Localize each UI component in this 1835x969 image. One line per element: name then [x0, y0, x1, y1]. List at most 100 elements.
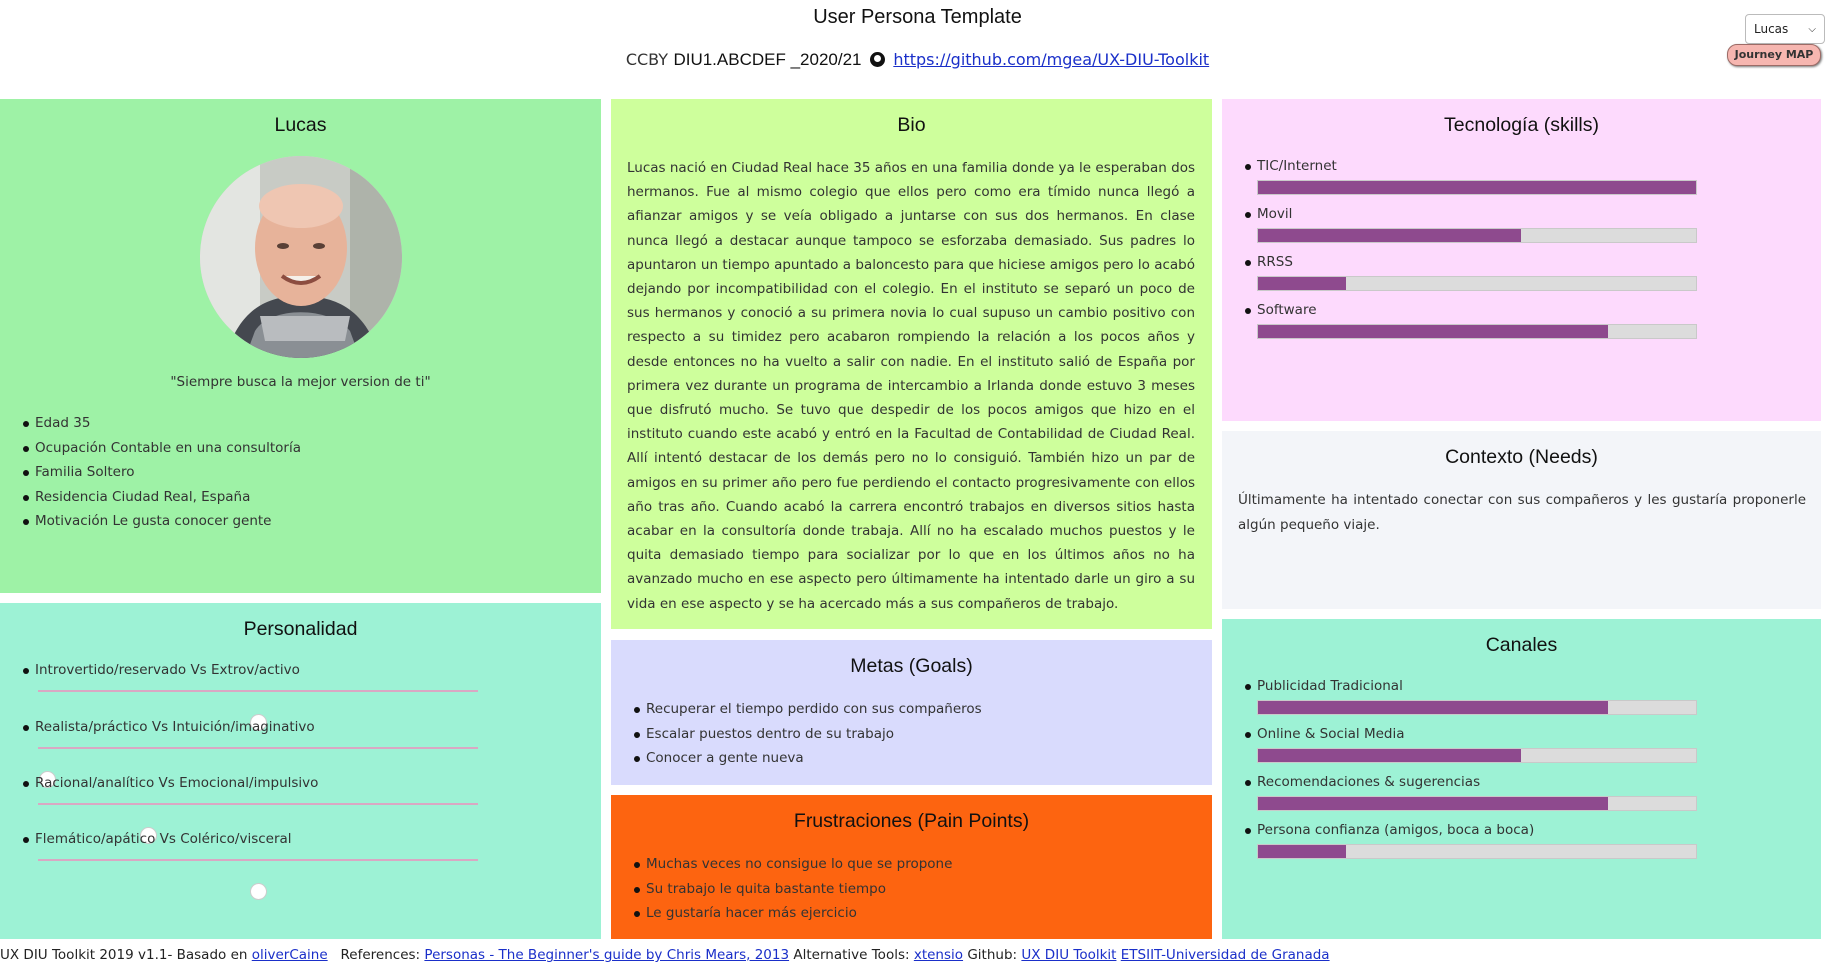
channels-panel: Canales Publicidad Tradicional Online & … [1222, 619, 1821, 939]
skill-label: Movil [1243, 202, 1292, 227]
chevron-down-icon: ⌵ [1808, 23, 1816, 35]
detail-motivation: Motivación Le gusta conocer gente [21, 509, 301, 534]
personality-title: Personalidad [243, 618, 358, 640]
channels-title: Canales [1485, 634, 1558, 656]
xtensio-link[interactable]: xtensio [914, 947, 963, 963]
channel-item: Recomendaciones & sugerencias [1243, 770, 1697, 811]
detail-residence: Residencia Ciudad Real, España [21, 485, 301, 510]
license-label: CCBY [625, 50, 669, 69]
olivercaine-link[interactable]: oliverCaine [252, 947, 328, 963]
skill-item: TIC/Internet [1243, 154, 1697, 195]
skill-bar [1257, 228, 1697, 243]
goal-item: Conocer a gente nueva [632, 746, 982, 771]
trait-item: Flemático/apático Vs Colérico/visceral [21, 827, 481, 900]
persona-name: Lucas [274, 114, 327, 136]
skill-bar [1257, 324, 1697, 339]
github-label: Github: [967, 947, 1018, 963]
avatar [200, 156, 402, 358]
slider-thumb[interactable] [250, 883, 267, 900]
persona-quote: "Siempre busca la mejor version de ti" [170, 374, 431, 390]
skill-bar [1257, 276, 1697, 291]
trait-slider[interactable] [38, 859, 478, 900]
channel-item: Online & Social Media [1243, 722, 1697, 763]
channel-bar-fill [1258, 845, 1346, 858]
skill-item: Software [1243, 298, 1697, 339]
repo-link[interactable]: https://github.com/mgea/UX-DIU-Toolkit [893, 50, 1209, 69]
toolkit-link[interactable]: UX DIU Toolkit [1021, 947, 1116, 963]
frustrations-list: Muchas veces no consigue lo que se propo… [632, 852, 952, 926]
detail-occupation: Ocupación Contable en una consultoría [21, 436, 301, 461]
journey-map-button[interactable]: Journey MAP [1727, 44, 1821, 66]
skill-bar-fill [1258, 325, 1609, 338]
channel-label: Recomendaciones & sugerencias [1243, 770, 1480, 795]
skill-label: Software [1243, 298, 1317, 323]
trait-label: Racional/analítico Vs Emocional/impulsiv… [21, 771, 481, 796]
trait-slider[interactable] [38, 803, 478, 844]
avatar-photo [200, 156, 402, 358]
references-label: References: [340, 947, 421, 963]
skill-item: RRSS [1243, 250, 1697, 291]
goal-item: Escalar puestos dentro de su trabajo [632, 722, 982, 747]
trait-item: Introvertido/reservado Vs Extrov/activo [21, 658, 481, 731]
trait-label: Introvertido/reservado Vs Extrov/activo [21, 658, 481, 683]
channel-item: Publicidad Tradicional [1243, 674, 1697, 715]
goals-panel: Metas (Goals) Recuperar el tiempo perdid… [611, 640, 1212, 785]
skill-bar [1257, 180, 1697, 195]
bio-panel: Bio Lucas nació en Ciudad Real hace 35 a… [611, 99, 1212, 629]
frustration-item: Su trabajo le quita bastante tiempo [632, 877, 952, 902]
context-text: Últimamente ha intentado conectar con su… [1238, 492, 1806, 533]
etsiit-link[interactable]: ETSIIT-Universidad de Granada [1121, 947, 1330, 963]
channel-label: Publicidad Tradicional [1243, 674, 1403, 699]
frustration-item: Muchas veces no consigue lo que se propo… [632, 852, 952, 877]
frustration-item: Le gustaría hacer más ejercicio [632, 901, 952, 926]
frustrations-panel: Frustraciones (Pain Points) Muchas veces… [611, 795, 1212, 939]
channel-bar-fill [1258, 797, 1609, 810]
github-icon [869, 52, 885, 67]
footer: UX DIU Toolkit 2019 v1.1- Basado en oliv… [0, 947, 1835, 963]
frustrations-title: Frustraciones (Pain Points) [793, 810, 1030, 832]
context-title: Contexto (Needs) [1445, 446, 1598, 468]
bio-title: Bio [897, 114, 926, 136]
context-panel: Contexto (Needs) Últimamente ha intentad… [1222, 431, 1821, 609]
persona-select[interactable]: Lucas ⌵ [1745, 14, 1825, 44]
technology-title: Tecnología (skills) [1444, 114, 1599, 136]
skill-item: Movil [1243, 202, 1697, 243]
footer-prefix: UX DIU Toolkit 2019 v1.1- Basado en [0, 947, 248, 963]
goal-item: Recuperar el tiempo perdido con sus comp… [632, 697, 982, 722]
skill-bar-fill [1258, 181, 1696, 194]
detail-age: Edad 35 [21, 411, 301, 436]
alt-tools-label: Alternative Tools: [793, 947, 910, 963]
trait-slider[interactable] [38, 690, 478, 731]
channel-item: Persona confianza (amigos, boca a boca) [1243, 818, 1697, 859]
channel-bar-fill [1258, 749, 1521, 762]
channel-bar [1257, 796, 1697, 811]
bio-text: Lucas nació en Ciudad Real hace 35 años … [627, 160, 1195, 612]
skill-bar-fill [1258, 229, 1521, 242]
skill-bar-fill [1258, 277, 1346, 290]
trait-item: Racional/analítico Vs Emocional/impulsiv… [21, 771, 481, 844]
channel-label: Persona confianza (amigos, boca a boca) [1243, 818, 1534, 843]
trait-item: Realista/práctico Vs Intuición/imaginati… [21, 715, 481, 788]
channel-bar [1257, 844, 1697, 859]
goals-list: Recuperar el tiempo perdido con sus comp… [632, 697, 982, 771]
profile-panel: Lucas "Siempre busca la mejor version de… [0, 99, 601, 593]
skill-label: TIC/Internet [1243, 154, 1337, 179]
trait-label: Flemático/apático Vs Colérico/visceral [21, 827, 481, 852]
channel-bar [1257, 748, 1697, 763]
goals-title: Metas (Goals) [850, 655, 973, 677]
trait-slider[interactable] [38, 747, 478, 788]
persona-select-value: Lucas [1754, 22, 1789, 36]
course-label: DIU1.ABCDEF _2020/21 [673, 50, 862, 69]
channel-label: Online & Social Media [1243, 722, 1405, 747]
page-subtitle: CCBY DIU1.ABCDEF _2020/21 https://github… [0, 50, 1835, 70]
personality-panel: Personalidad Introvertido/reservado Vs E… [0, 603, 601, 939]
page-title: User Persona Template [813, 6, 1022, 28]
channel-bar [1257, 700, 1697, 715]
channel-bar-fill [1258, 701, 1609, 714]
persona-guide-link[interactable]: Personas - The Beginner's guide by Chris… [424, 947, 789, 963]
skill-label: RRSS [1243, 250, 1293, 275]
detail-family: Familia Soltero [21, 460, 301, 485]
trait-label: Realista/práctico Vs Intuición/imaginati… [21, 715, 481, 740]
profile-details: Edad 35 Ocupación Contable en una consul… [21, 411, 301, 534]
technology-panel: Tecnología (skills) TIC/Internet Movil R… [1222, 99, 1821, 421]
